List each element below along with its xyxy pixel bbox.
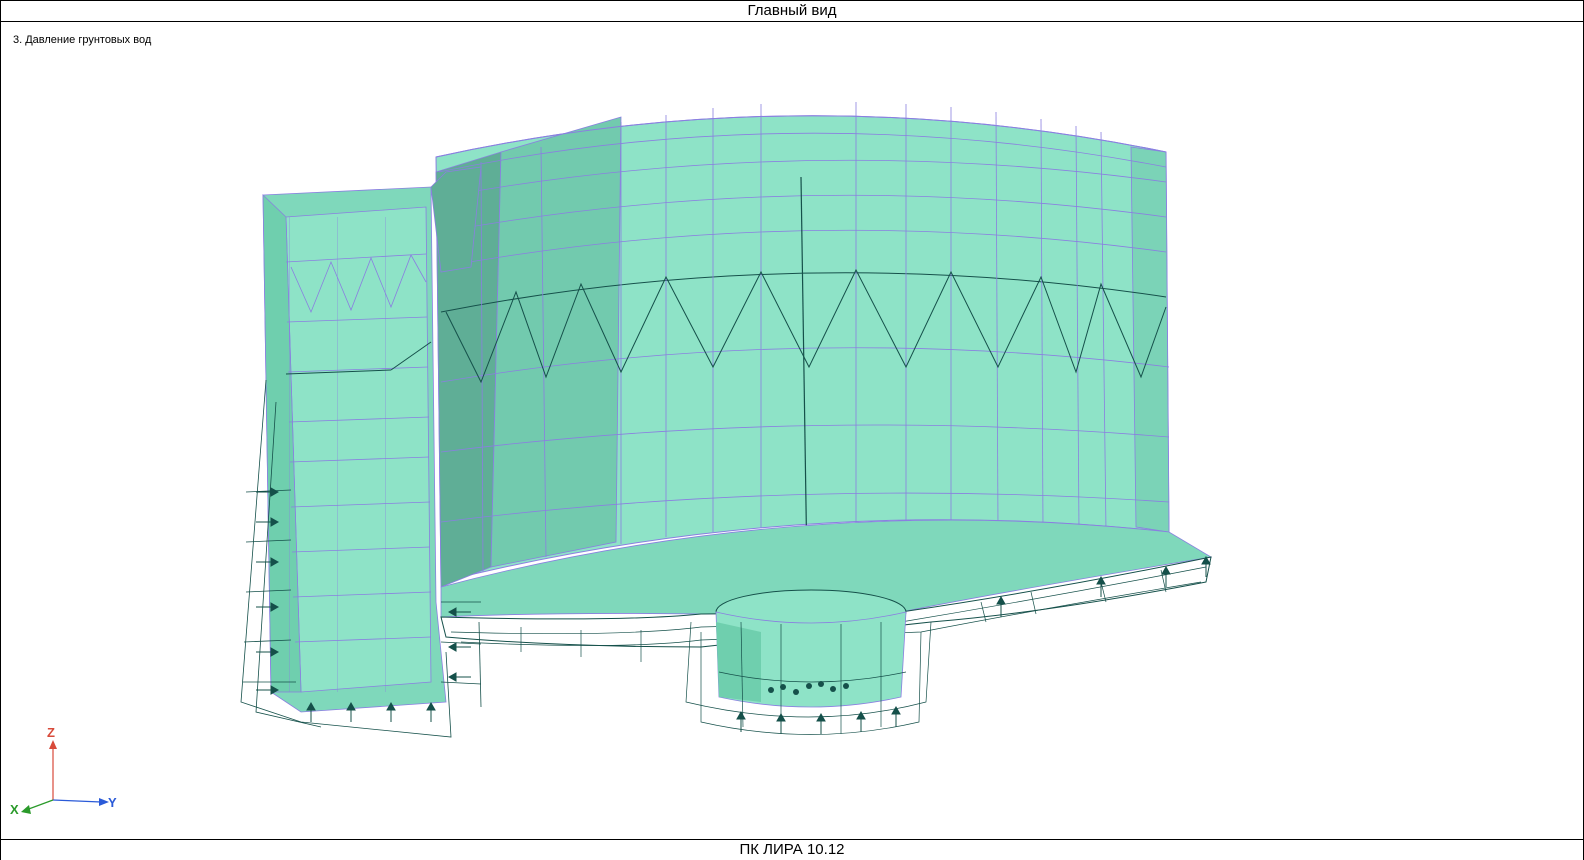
program-footer: ПК ЛИРА 10.12 [1, 839, 1583, 860]
window-title: Главный вид [1, 1, 1583, 22]
main-view-window: Главный вид 3. Давление грунтовых вод Z … [0, 0, 1584, 860]
y-axis-line [52, 799, 102, 803]
y-axis-label: Y [108, 795, 117, 810]
fe-model-drawing[interactable]: Z Y X [1, 22, 1583, 839]
model-viewport[interactable]: 3. Давление грунтовых вод Z Y X [1, 22, 1583, 839]
x-axis-line [25, 799, 54, 811]
z-axis-label: Z [47, 725, 55, 740]
x-axis-label: X [10, 802, 19, 817]
axis-triad: Z Y X [10, 725, 117, 817]
